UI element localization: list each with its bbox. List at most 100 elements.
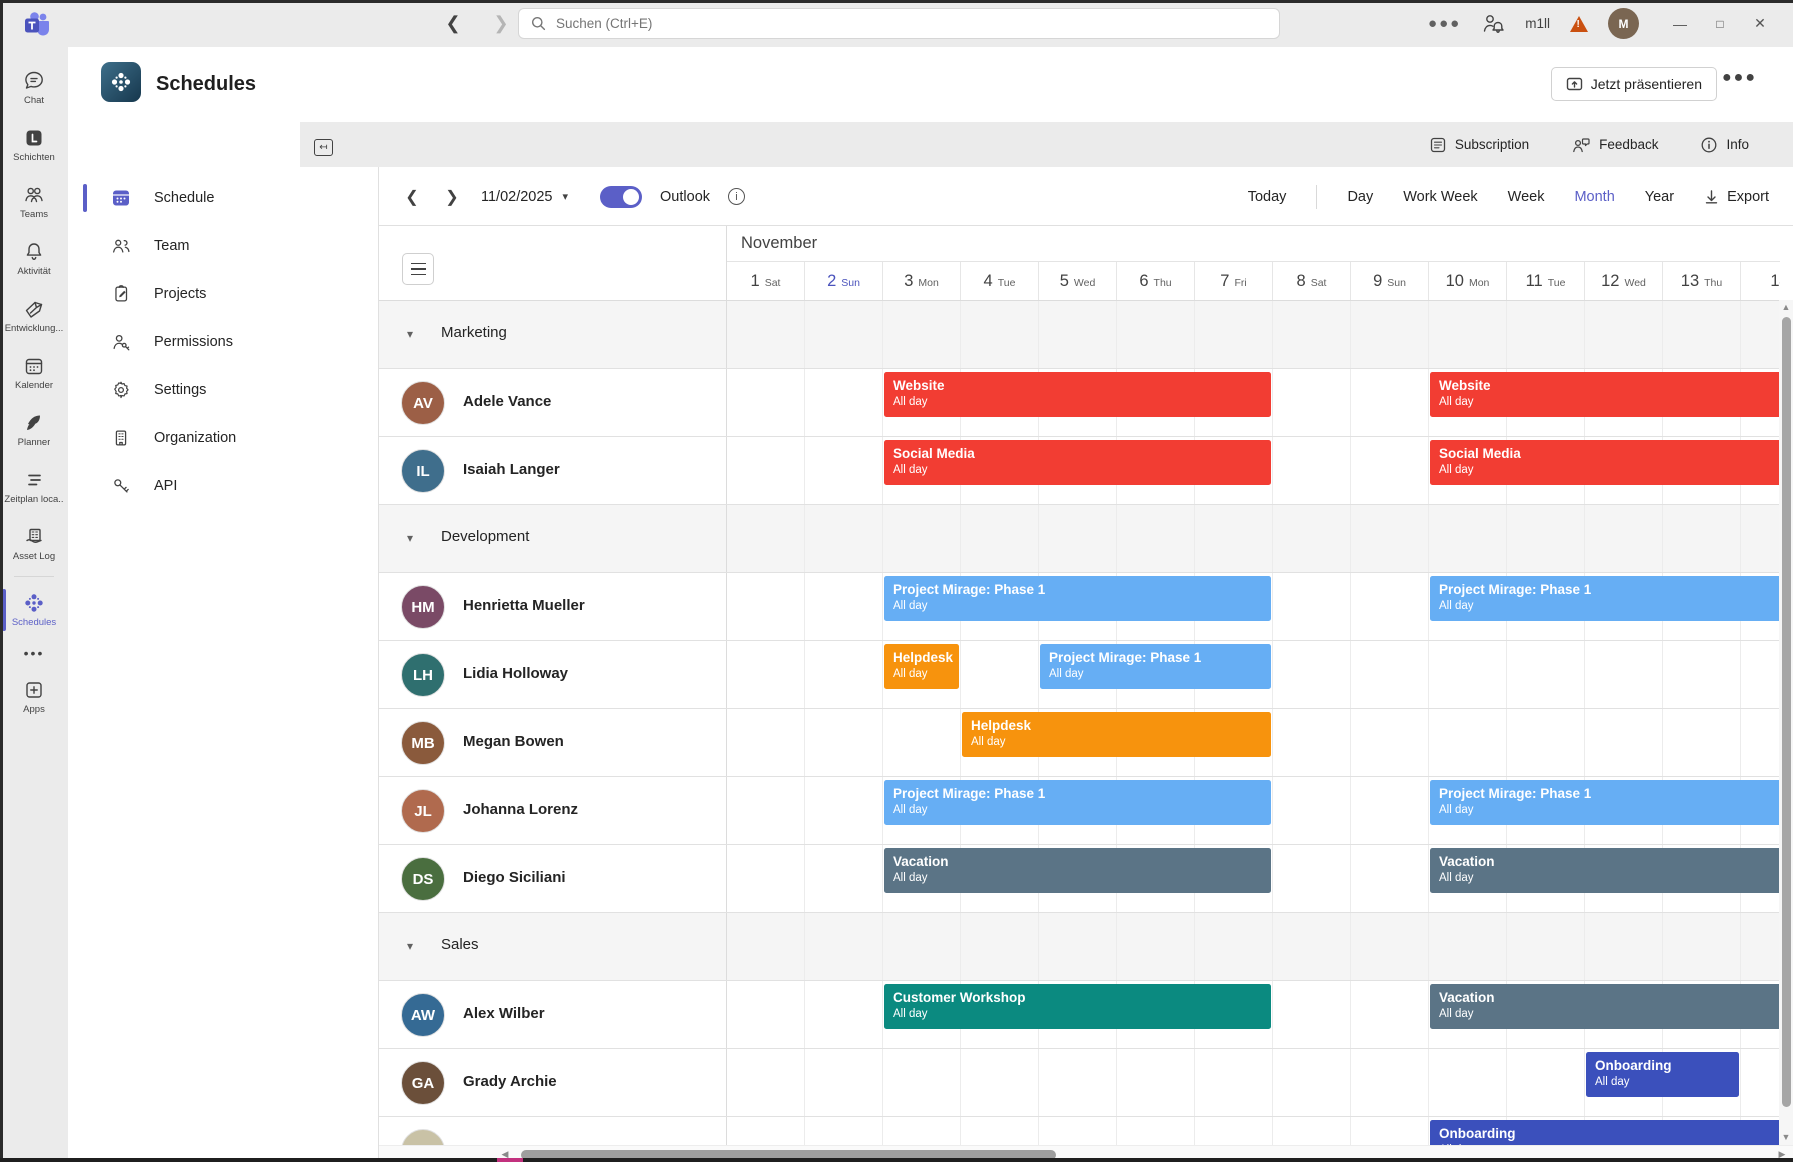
back-button[interactable]: ❮ bbox=[440, 10, 466, 36]
sidebar-item-schedule[interactable]: Schedule bbox=[68, 174, 378, 222]
present-now-button[interactable]: Jetzt präsentieren bbox=[1551, 67, 1717, 101]
event-project-mirage-phase-1[interactable]: Project Mirage: Phase 1All day bbox=[1430, 780, 1780, 825]
day-cell bbox=[1741, 505, 1780, 572]
member-row-diego-siciliani: DSDiego SicilianiVacationAll dayVacation… bbox=[379, 845, 1780, 913]
member-row-henrietta-mueller: HMHenrietta MuellerProject Mirage: Phase… bbox=[379, 573, 1780, 641]
event-social-media[interactable]: Social MediaAll day bbox=[884, 440, 1271, 485]
event-helpdesk[interactable]: HelpdeskAll day bbox=[884, 644, 959, 689]
scroll-up-icon[interactable]: ▲ bbox=[1779, 300, 1793, 315]
view-work-week[interactable]: Work Week bbox=[1403, 189, 1477, 205]
vertical-scroll-thumb[interactable] bbox=[1782, 317, 1791, 1107]
rail-item-teams[interactable]: Teams bbox=[1, 173, 67, 230]
chevron-down-icon[interactable]: ▾ bbox=[407, 531, 413, 545]
outlook-info-icon[interactable]: i bbox=[728, 188, 745, 205]
event-project-mirage-phase-1[interactable]: Project Mirage: Phase 1All day bbox=[884, 780, 1271, 825]
event-customer-workshop[interactable]: Customer WorkshopAll day bbox=[884, 984, 1271, 1029]
feedback-icon bbox=[1571, 136, 1591, 154]
day-cell bbox=[1117, 301, 1195, 368]
warning-icon[interactable] bbox=[1570, 16, 1588, 32]
day-cell bbox=[1273, 913, 1351, 980]
day-cell bbox=[1273, 505, 1351, 572]
sidebar-item-organization[interactable]: Organization bbox=[68, 414, 378, 462]
info-button[interactable]: Info bbox=[1700, 136, 1749, 154]
rail-item-zeitplanloca[interactable]: Zeitplan loca.. bbox=[1, 458, 67, 515]
date-picker[interactable]: 11/02/2025▾ bbox=[481, 189, 568, 205]
day-cell bbox=[727, 641, 805, 708]
account-name[interactable]: m1ll bbox=[1525, 16, 1550, 31]
view-week[interactable]: Week bbox=[1508, 189, 1545, 205]
view-today[interactable]: Today bbox=[1248, 189, 1287, 205]
collapse-sidebar-button[interactable]: ↤ bbox=[314, 139, 333, 156]
day-header-5: 5Wed bbox=[1039, 262, 1117, 300]
rail-item-schedules[interactable]: Schedules bbox=[1, 581, 67, 638]
rail-item-kalender[interactable]: Kalender bbox=[1, 344, 67, 401]
user-avatar[interactable]: M bbox=[1608, 8, 1639, 39]
day-cell bbox=[805, 1049, 883, 1116]
minimize-button[interactable]: — bbox=[1665, 9, 1695, 39]
day-cell bbox=[1351, 505, 1429, 572]
event-onboarding[interactable]: OnboardingAll day bbox=[1430, 1120, 1780, 1145]
sidebar-item-settings[interactable]: Settings bbox=[68, 366, 378, 414]
next-period-button[interactable]: ❯ bbox=[441, 187, 463, 207]
prev-period-button[interactable]: ❮ bbox=[401, 187, 423, 207]
subscription-button[interactable]: Subscription bbox=[1429, 136, 1529, 154]
forward-button[interactable]: ❯ bbox=[488, 10, 514, 36]
view-month[interactable]: Month bbox=[1574, 189, 1614, 205]
menu-icon[interactable] bbox=[402, 253, 434, 285]
titlebar-more-icon[interactable]: ●●● bbox=[1428, 15, 1461, 32]
day-cell bbox=[1585, 641, 1663, 708]
event-vacation[interactable]: VacationAll day bbox=[884, 848, 1271, 893]
notification-person-icon[interactable] bbox=[1481, 13, 1505, 35]
event-helpdesk[interactable]: HelpdeskAll day bbox=[962, 712, 1271, 757]
projects-icon bbox=[110, 283, 132, 305]
rail-item-entwicklung[interactable]: Entwicklung... bbox=[1, 287, 67, 344]
sidebar-item-api[interactable]: API bbox=[68, 462, 378, 510]
close-button[interactable]: ✕ bbox=[1745, 9, 1775, 39]
maximize-button[interactable]: □ bbox=[1705, 9, 1735, 39]
day-cell bbox=[727, 437, 805, 504]
chevron-down-icon[interactable]: ▾ bbox=[407, 939, 413, 953]
scroll-down-icon[interactable]: ▼ bbox=[1779, 1130, 1793, 1145]
day-cell bbox=[1351, 845, 1429, 912]
event-project-mirage-phase-1[interactable]: Project Mirage: Phase 1All day bbox=[1430, 576, 1780, 621]
chevron-down-icon[interactable]: ▾ bbox=[407, 327, 413, 341]
event-project-mirage-phase-1[interactable]: Project Mirage: Phase 1All day bbox=[884, 576, 1271, 621]
sidebar-item-projects[interactable]: Projects bbox=[68, 270, 378, 318]
rail-item-chat[interactable]: Chat bbox=[1, 59, 67, 116]
rail-item-schichten[interactable]: Schichten bbox=[1, 116, 67, 173]
day-cell bbox=[1351, 369, 1429, 436]
day-cell bbox=[1351, 1117, 1429, 1145]
day-cell bbox=[805, 845, 883, 912]
day-cell bbox=[1117, 1117, 1195, 1145]
event-social-media[interactable]: Social MediaAll day bbox=[1430, 440, 1780, 485]
rail-item-assetlog[interactable]: Asset Log bbox=[1, 515, 67, 572]
outlook-toggle[interactable] bbox=[600, 186, 642, 208]
rail-item-apps[interactable]: Apps bbox=[1, 668, 67, 725]
event-onboarding[interactable]: OnboardingAll day bbox=[1586, 1052, 1739, 1097]
avatar: AV bbox=[401, 381, 445, 425]
feedback-button[interactable]: Feedback bbox=[1571, 136, 1658, 154]
event-website[interactable]: WebsiteAll day bbox=[884, 372, 1271, 417]
view-year[interactable]: Year bbox=[1645, 189, 1674, 205]
day-cell bbox=[883, 1049, 961, 1116]
event-project-mirage-phase-1[interactable]: Project Mirage: Phase 1All day bbox=[1040, 644, 1271, 689]
day-cell bbox=[883, 1117, 961, 1145]
event-website[interactable]: WebsiteAll day bbox=[1430, 372, 1780, 417]
export-button[interactable]: Export bbox=[1704, 189, 1769, 205]
day-cell bbox=[1039, 913, 1117, 980]
view-day[interactable]: Day bbox=[1347, 189, 1373, 205]
rail-item-aktivitt[interactable]: Aktivität bbox=[1, 230, 67, 287]
event-vacation[interactable]: VacationAll day bbox=[1430, 984, 1780, 1029]
event-vacation[interactable]: VacationAll day bbox=[1430, 848, 1780, 893]
header-more-icon[interactable]: ●●● bbox=[1722, 69, 1757, 87]
vertical-scrollbar[interactable]: ▲ ▼ bbox=[1779, 300, 1793, 1145]
rail-more-icon[interactable]: ••• bbox=[24, 638, 45, 668]
search-input[interactable] bbox=[556, 16, 1267, 31]
member-row-megan-bowen: MBMegan BowenHelpdeskAll day bbox=[379, 709, 1780, 777]
day-cell bbox=[961, 1117, 1039, 1145]
sidebar-item-permissions[interactable]: Permissions bbox=[68, 318, 378, 366]
rail-item-planner[interactable]: Planner bbox=[1, 401, 67, 458]
day-header-14: 14 bbox=[1741, 262, 1780, 300]
sidebar-item-team[interactable]: Team bbox=[68, 222, 378, 270]
search-box[interactable] bbox=[518, 8, 1280, 39]
